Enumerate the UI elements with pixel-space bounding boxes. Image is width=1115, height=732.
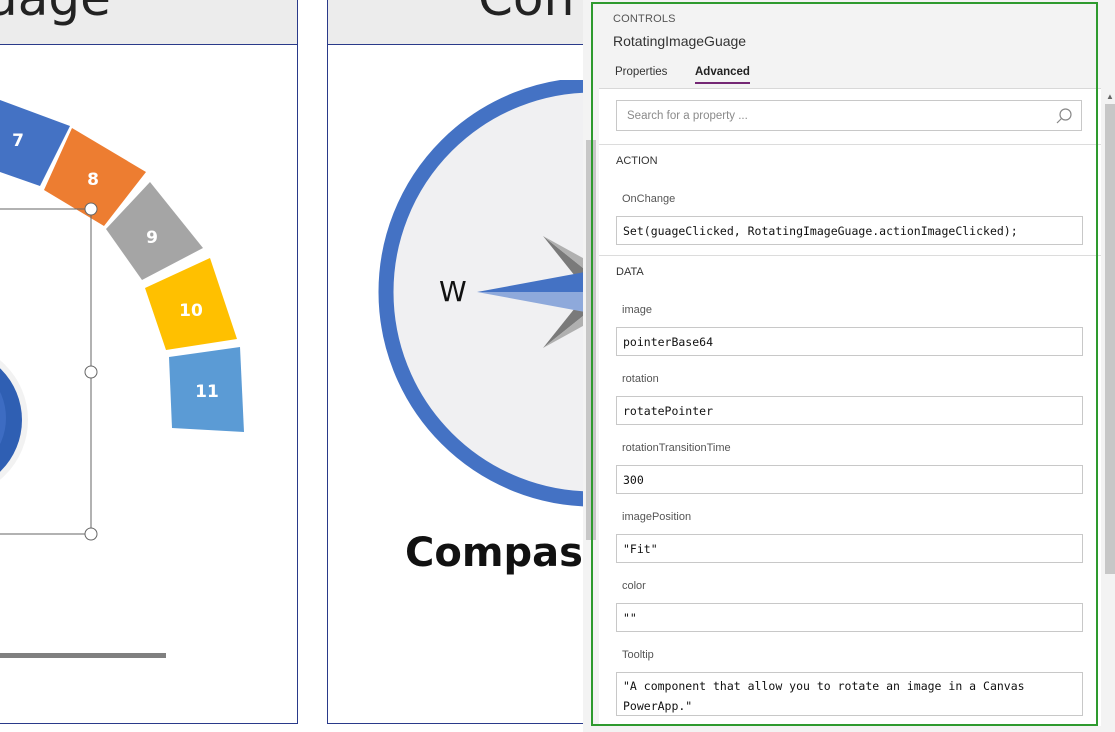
pane-header: CONTROLS RotatingImageGuage Properties A…	[599, 0, 1101, 89]
image-position-label: imagePosition	[622, 511, 692, 523]
resize-handle-right	[84, 365, 98, 379]
image-position-field[interactable]: "Fit"	[616, 534, 1083, 563]
gauge-segment-10-label: 10	[179, 301, 203, 321]
compass-label: Compass	[405, 530, 607, 576]
scroll-up-arrow[interactable]: ▲	[1106, 92, 1114, 101]
gauge-graphic: 7 8 9 10 11	[0, 100, 244, 658]
controls-section-label: CONTROLS	[613, 13, 676, 25]
tooltip-label: Tooltip	[622, 649, 654, 661]
gauge-segment-9-label: 9	[146, 228, 158, 248]
rotation-field[interactable]: rotatePointer	[616, 396, 1083, 425]
gauge-segment-11-label: 11	[195, 382, 219, 402]
gauge-segment-8-label: 8	[87, 170, 99, 190]
divider	[599, 144, 1101, 145]
compass-card-header: Com	[327, 0, 627, 45]
pane-body: Search for a property ... ACTION OnChang…	[599, 89, 1101, 726]
property-search-input[interactable]: Search for a property ...	[616, 100, 1082, 131]
search-icon[interactable]	[1055, 107, 1073, 125]
color-field[interactable]: ""	[616, 603, 1083, 632]
rotation-label: rotation	[622, 373, 659, 385]
image-field[interactable]: pointerBase64	[616, 327, 1083, 356]
app-canvas: uage 7 8 9 10 11 Com	[0, 0, 1115, 732]
search-placeholder: Search for a property ...	[627, 110, 748, 122]
divider	[599, 255, 1101, 256]
resize-handle-bottom-right	[84, 527, 98, 541]
compass-card-title: Com	[478, 0, 592, 27]
control-name: RotatingImageGuage	[613, 33, 747, 49]
action-section-title: ACTION	[616, 155, 658, 167]
slider-track	[0, 653, 166, 658]
pane-scrollbar[interactable]	[1105, 104, 1115, 574]
canvas-scrollbar[interactable]	[586, 140, 596, 540]
compass-west-label: W	[439, 275, 467, 308]
rotation-transition-time-label: rotationTransitionTime	[622, 442, 731, 454]
onchange-field[interactable]: Set(guageClicked, RotatingImageGuage.act…	[616, 216, 1083, 245]
tab-properties[interactable]: Properties	[615, 66, 667, 82]
data-section-title: DATA	[616, 266, 644, 278]
image-label: image	[622, 304, 652, 316]
tooltip-field[interactable]: "A component that allow you to rotate an…	[616, 672, 1083, 716]
tab-advanced[interactable]: Advanced	[695, 66, 750, 84]
gauge-segment-7-label: 7	[12, 131, 24, 151]
selection-box	[0, 208, 92, 535]
resize-handle-top-right	[84, 202, 98, 216]
onchange-label: OnChange	[622, 193, 676, 205]
rotation-transition-time-field[interactable]: 300	[616, 465, 1083, 494]
color-label: color	[622, 580, 646, 592]
